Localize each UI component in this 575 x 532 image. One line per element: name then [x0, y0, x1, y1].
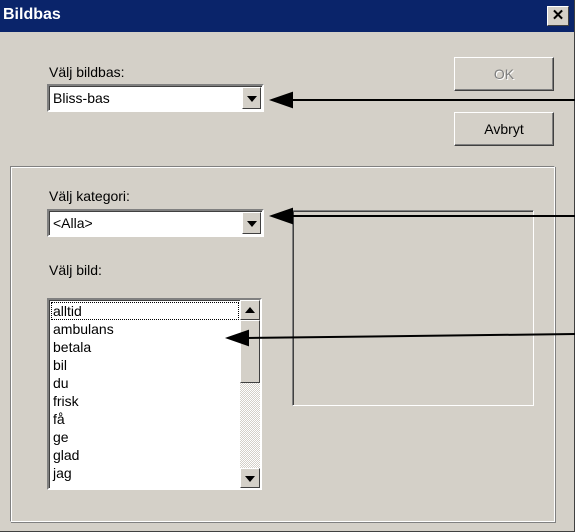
arrow-head-imagebase: [268, 91, 293, 109]
arrow-head-image: [224, 329, 249, 347]
arrow-head-category: [268, 207, 293, 225]
arrow-line-image: [245, 333, 575, 339]
annotation-arrows: [224, 91, 575, 347]
